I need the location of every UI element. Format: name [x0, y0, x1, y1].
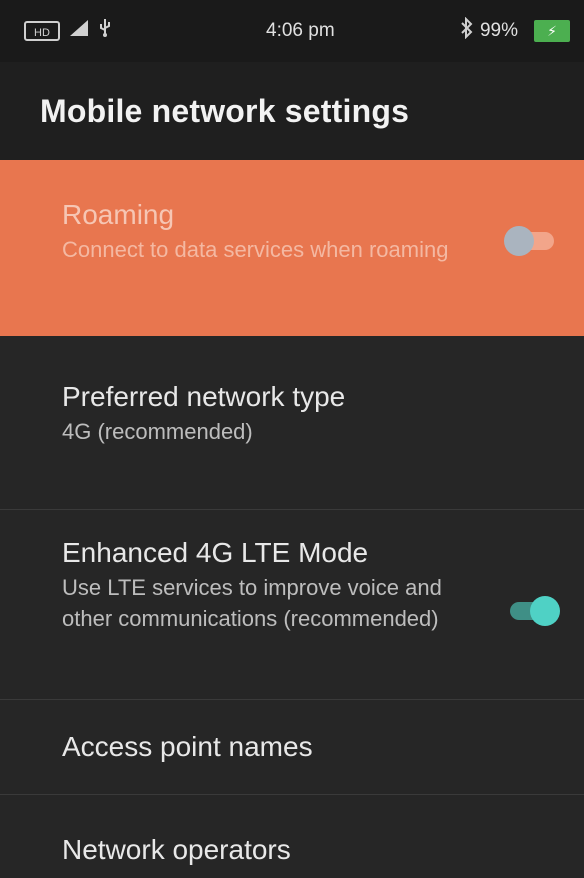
status-bar: HD 4:06 pm 99% ⚡ — [0, 0, 584, 62]
page-title: Mobile network settings — [40, 92, 410, 129]
app-bar: Mobile network settings — [0, 62, 584, 160]
roaming-setting[interactable]: Roaming Connect to data services when ro… — [0, 160, 584, 336]
bluetooth-icon — [460, 16, 474, 45]
status-right-icons: 99% ⚡ — [460, 16, 570, 45]
mobile-network-settings-screen: HD 4:06 pm 99% ⚡ Mobile network settings… — [0, 0, 584, 878]
preferred-network-type-setting[interactable]: Preferred network type 4G (recommended) — [0, 336, 584, 510]
apn-title: Access point names — [62, 731, 313, 762]
lte-summary: Use LTE services to improve voice and ot… — [62, 575, 442, 631]
network-type-title: Preferred network type — [62, 381, 346, 412]
usb-icon — [98, 18, 112, 44]
status-left-icons: HD — [24, 18, 224, 44]
battery-charging-icon: ⚡ — [534, 20, 570, 42]
sim-icon: HD — [24, 21, 60, 41]
operators-title: Network operators — [62, 834, 291, 865]
enhanced-lte-setting[interactable]: Enhanced 4G LTE Mode Use LTE services to… — [0, 510, 584, 700]
lte-title: Enhanced 4G LTE Mode — [62, 537, 369, 568]
access-point-names-setting[interactable]: Access point names — [0, 700, 584, 795]
cell-signal-icon — [68, 18, 90, 44]
toggle-thumb — [504, 226, 534, 256]
toggle-thumb — [530, 596, 560, 626]
lte-toggle[interactable] — [510, 596, 560, 626]
network-type-summary: 4G (recommended) — [62, 419, 253, 444]
roaming-toggle[interactable] — [504, 226, 554, 256]
roaming-title: Roaming — [62, 199, 175, 230]
battery-percent: 99% — [479, 20, 518, 41]
status-time: 4:06 pm — [266, 20, 335, 41]
network-operators-setting[interactable]: Network operators — [0, 795, 584, 877]
roaming-summary: Connect to data services when roaming — [62, 237, 449, 262]
